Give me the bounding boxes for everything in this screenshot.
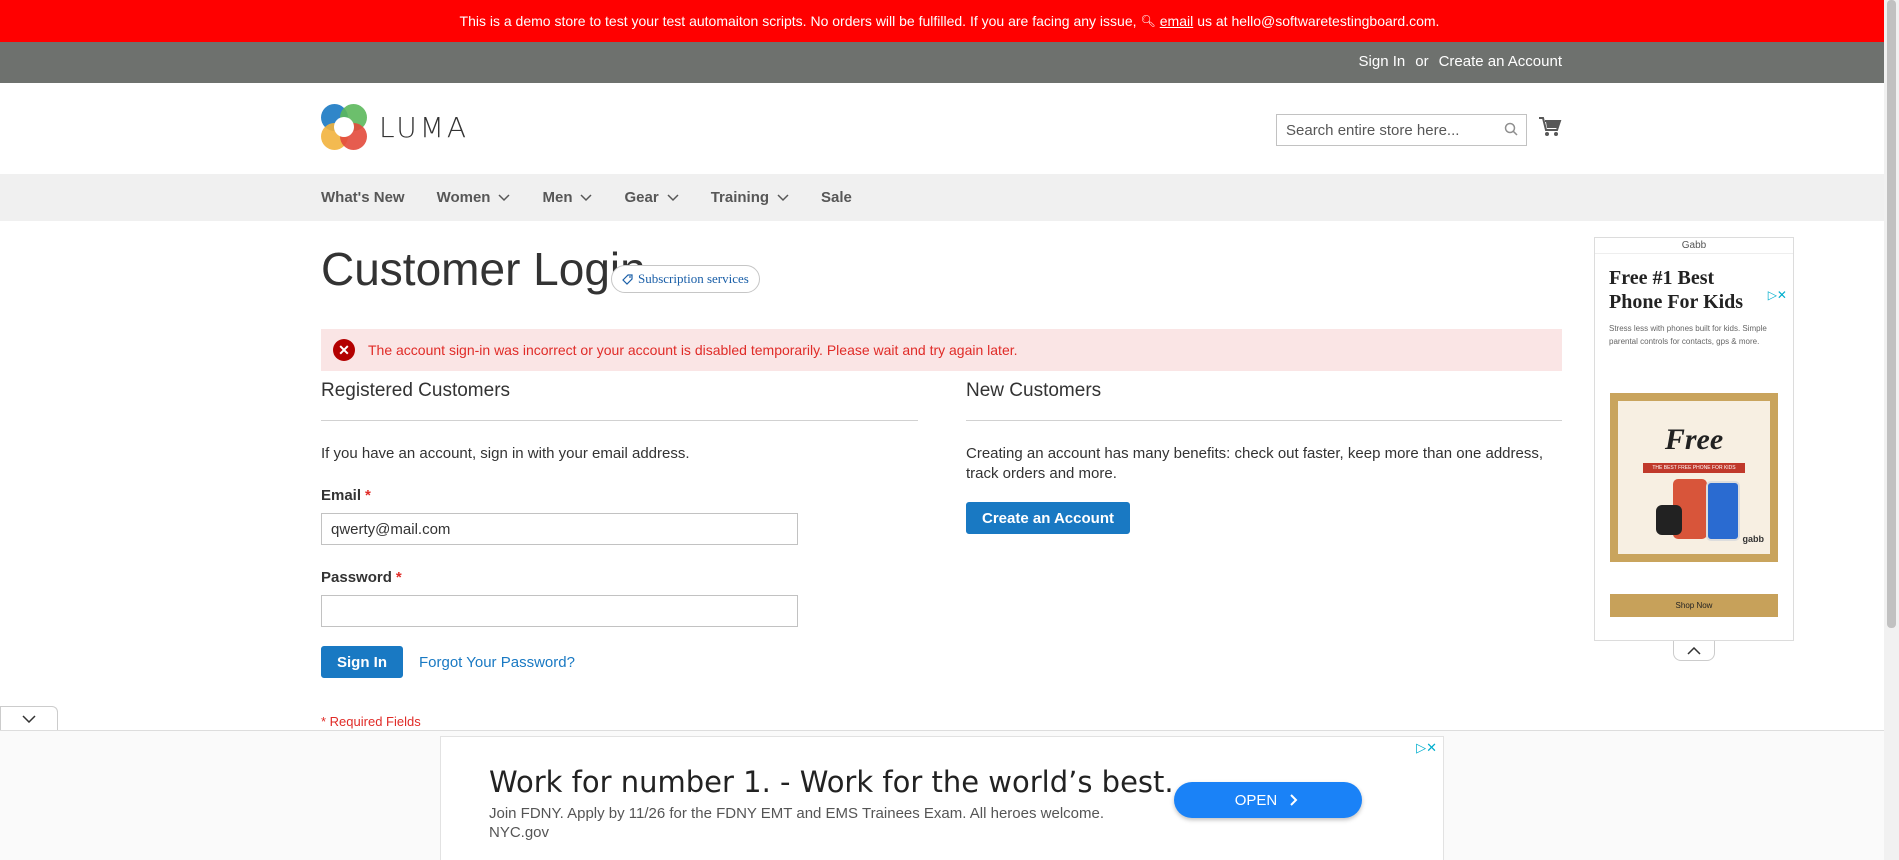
nav-item-men[interactable]: Men (542, 189, 593, 206)
ad-image-brand: gabb (1742, 534, 1765, 544)
open-button[interactable]: OPEN (1174, 782, 1362, 818)
new-customers-title: New Customers (966, 380, 1562, 421)
email-field[interactable] (321, 513, 798, 545)
bottom-ad-desc-text: Join FDNY. Apply by 11/26 for the FDNY E… (489, 805, 1104, 822)
ad-body: Stress less with phones built for kids. … (1609, 324, 1767, 346)
nav-item-women[interactable]: Women (437, 189, 511, 206)
nav-item-label: Gear (624, 189, 659, 206)
new-customers-block: New Customers Creating an account has ma… (966, 380, 1562, 534)
ad-image[interactable]: Free THE BEST FREE PHONE FOR KIDS gabb (1610, 393, 1778, 562)
panel-header: Sign In or Create an Account (0, 42, 1884, 83)
collapse-ad-button[interactable] (1673, 641, 1715, 661)
scrollbar-thumb[interactable] (1887, 0, 1896, 628)
subscription-services-badge[interactable]: Subscription services (611, 265, 760, 293)
nav-item-sale[interactable]: Sale (821, 189, 852, 206)
side-advertisement[interactable]: Gabb Free #1 Best Phone For Kids ▷✕ Stre… (1594, 237, 1794, 641)
chevron-down-icon (22, 714, 36, 723)
ad-image-free: Free (1664, 423, 1724, 456)
collapse-bottom-ad-button[interactable] (0, 706, 58, 730)
ad-brand: Gabb (1595, 238, 1793, 254)
search-icon[interactable] (1504, 122, 1518, 136)
password-label-text: Password (321, 569, 392, 586)
demo-notice-bar: This is a demo store to test your test a… (0, 0, 1899, 42)
cart-icon[interactable] (1538, 116, 1562, 138)
email-link[interactable]: email (1160, 13, 1193, 29)
bottom-advertisement[interactable]: Work for number 1. - Work for the world’… (440, 736, 1444, 860)
logo-text: LUMA (379, 110, 470, 144)
ad-headline[interactable]: Free #1 Best Phone For Kids (1609, 266, 1759, 314)
subscription-services-label: Subscription services (638, 271, 749, 286)
registered-customers-title: Registered Customers (321, 380, 918, 421)
nav-item-label: Training (710, 189, 770, 206)
tag-icon (622, 273, 633, 285)
create-account-link[interactable]: Create an Account (1439, 53, 1562, 70)
chevron-down-icon (498, 193, 511, 201)
sign-in-link[interactable]: Sign In (1359, 53, 1406, 70)
adchoices-icon[interactable]: ▷✕ (1416, 740, 1437, 756)
nav-item-label: Women (436, 189, 491, 206)
bottom-ad-source: NYC.gov (489, 824, 550, 841)
required-fields-note: * Required Fields (321, 714, 421, 729)
bottom-ad-title[interactable]: Work for number 1. - Work for the world’… (489, 765, 1174, 799)
search-input[interactable] (1277, 115, 1487, 145)
main-navigation: What's New Women Men Gear Training Sale (0, 174, 1884, 221)
chevron-right-icon (1290, 794, 1298, 806)
required-asterisk: * (365, 487, 371, 504)
nav-item-label: What's New (321, 189, 405, 206)
email-label: Email * (321, 487, 918, 504)
open-button-label: OPEN (1234, 791, 1278, 809)
page-scrollbar[interactable] (1884, 0, 1899, 860)
or-text: or (1415, 53, 1429, 70)
search-icon: 🔍︎ (1140, 14, 1156, 28)
chevron-down-icon (580, 193, 593, 201)
shop-now-button[interactable]: Shop Now (1610, 594, 1778, 617)
phone-image (1706, 481, 1740, 541)
logo[interactable]: LUMA (321, 104, 469, 150)
sign-in-button[interactable]: Sign In (321, 646, 403, 678)
nav-item-training[interactable]: Training (711, 189, 789, 206)
watch-image (1656, 505, 1682, 535)
error-message: ✕ The account sign-in was incorrect or y… (321, 329, 1562, 371)
create-account-button[interactable]: Create an Account (966, 502, 1130, 534)
adchoices-icon[interactable]: ▷✕ (1768, 288, 1787, 302)
chevron-up-icon (1687, 646, 1701, 655)
nav-item-label: Sale (821, 189, 852, 206)
email-label-text: Email (321, 487, 362, 504)
registered-intro: If you have an account, sign in with you… (321, 445, 690, 462)
registered-customers-block: Registered Customers If you have an acco… (321, 380, 918, 729)
page-title: Customer Login (321, 243, 646, 295)
nav-item-gear[interactable]: Gear (624, 189, 679, 206)
chevron-down-icon (667, 193, 679, 201)
password-label: Password * (321, 569, 918, 586)
nav-item-what-s-new[interactable]: What's New (321, 189, 405, 206)
error-icon: ✕ (333, 339, 355, 361)
password-field[interactable] (321, 595, 798, 627)
required-asterisk: * (395, 569, 402, 586)
demo-notice-text: This is a demo store to test your test a… (459, 13, 1137, 29)
new-customers-intro: Creating an account has many benefits: c… (966, 445, 1544, 482)
search-box (1276, 114, 1527, 146)
chevron-down-icon (777, 193, 789, 201)
bottom-ad-container: Work for number 1. - Work for the world’… (0, 730, 1884, 860)
luma-logo-icon (321, 104, 367, 150)
error-message-text: The account sign-in was incorrect or you… (368, 342, 1018, 358)
bottom-ad-description: Join FDNY. Apply by 11/26 for the FDNY E… (489, 804, 1109, 842)
nav-item-label: Men (542, 189, 573, 206)
forgot-password-link[interactable]: Forgot Your Password? (419, 654, 575, 671)
ad-image-tagline: THE BEST FREE PHONE FOR KIDS (1643, 463, 1745, 473)
demo-notice-text-after: us at hello@softwaretestingboard.com. (1197, 13, 1440, 29)
